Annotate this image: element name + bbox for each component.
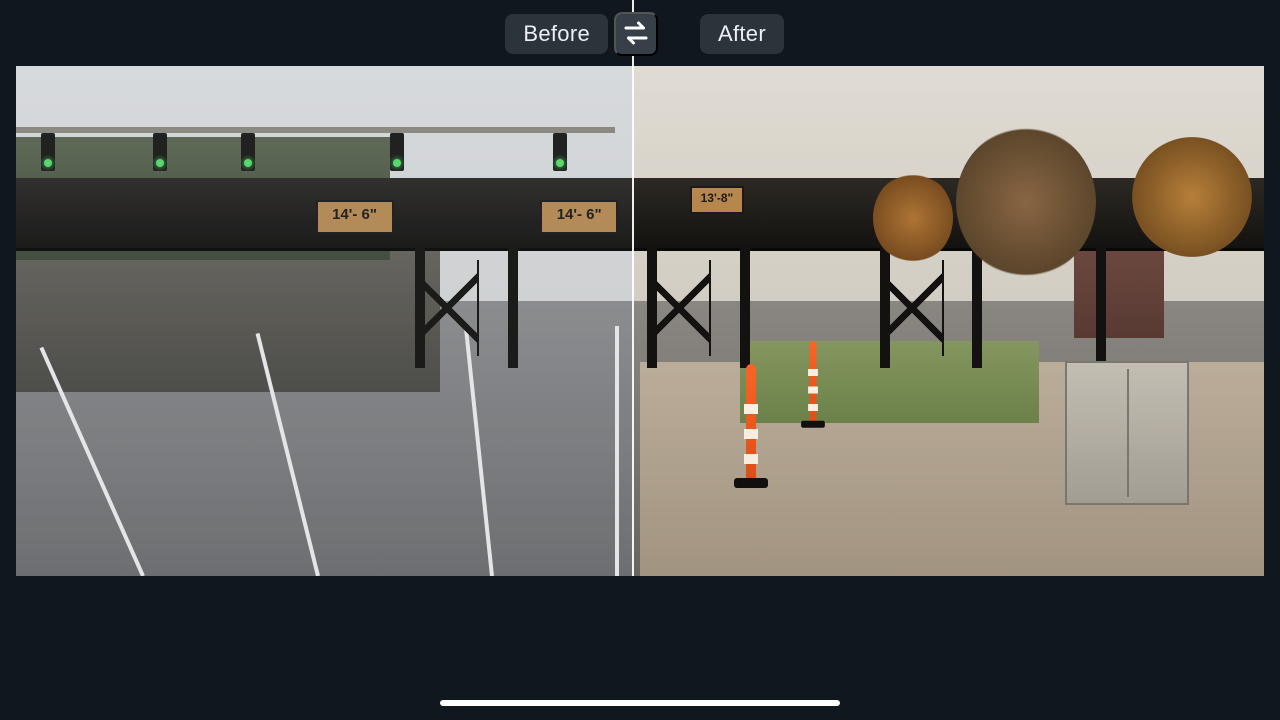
home-indicator[interactable] (440, 700, 840, 706)
swap-button[interactable] (614, 12, 658, 56)
traffic-light (41, 133, 55, 171)
traffic-light (390, 133, 404, 171)
editor-stage: Before After 14'- 6" 14'- 6" (0, 0, 1280, 720)
before-label: Before (523, 21, 590, 47)
traffic-light (153, 133, 167, 171)
clearance-sign-right: 14'- 6" (540, 200, 618, 234)
clearance-sign-left: 14'- 6" (316, 200, 394, 234)
compare-canvas[interactable]: 14'- 6" 14'- 6" 13'-8" (16, 66, 1264, 576)
after-chip[interactable]: After (700, 14, 784, 54)
before-chip[interactable]: Before (505, 14, 608, 54)
traffic-cone (740, 364, 762, 484)
signal-gantry (16, 127, 615, 133)
swap-icon (621, 18, 651, 51)
trees (665, 127, 1264, 382)
compare-divider[interactable] (632, 66, 634, 576)
traffic-light (241, 133, 255, 171)
traffic-light (553, 133, 567, 171)
after-label: After (718, 21, 766, 47)
utility-cabinet (1065, 361, 1189, 505)
